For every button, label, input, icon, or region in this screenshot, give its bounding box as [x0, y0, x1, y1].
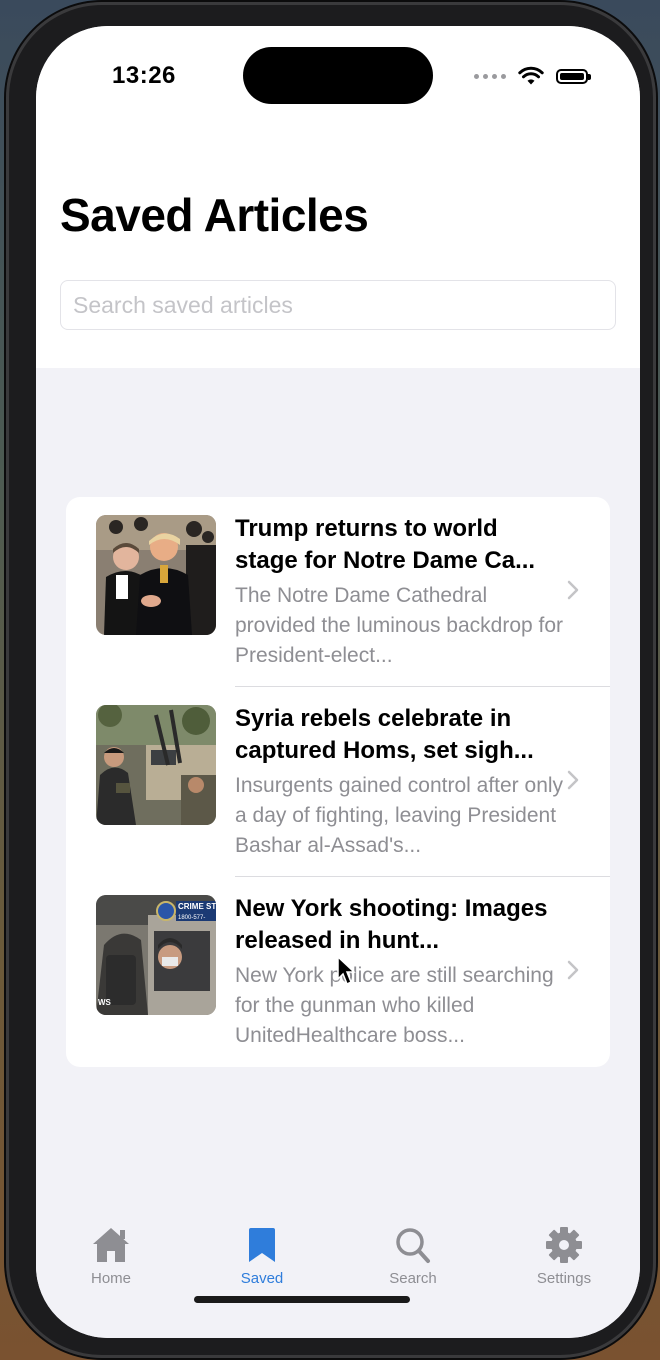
article-description: The Notre Dame Cathedral provided the lu…	[235, 584, 564, 667]
article-row[interactable]: Trump returns to world stage for Notre D…	[66, 497, 610, 687]
tab-home[interactable]: Home	[51, 1226, 171, 1287]
mouse-cursor-icon	[337, 955, 356, 986]
house-icon	[93, 1228, 129, 1262]
article-title: Trump returns to world stage for Notre D…	[235, 515, 536, 574]
chevron-right-icon	[567, 580, 579, 600]
article-title: New York shooting: Images released in hu…	[235, 895, 548, 954]
article-description: New York police are still searching for …	[235, 964, 554, 1047]
gear-icon	[546, 1227, 582, 1263]
header-area: 13:26 Saved Articles	[36, 26, 640, 368]
status-indicators	[474, 66, 591, 86]
wifi-icon	[518, 66, 544, 85]
tab-label: Settings	[536, 1270, 592, 1287]
cellular-signal-icon	[474, 73, 506, 79]
tab-settings[interactable]: Settings	[504, 1226, 624, 1287]
page-title: Saved Articles	[60, 189, 369, 241]
tab-label: Search	[389, 1270, 437, 1287]
dynamic-island	[243, 47, 433, 104]
search-input[interactable]	[61, 281, 615, 329]
thumbnail-ws-label: WS	[98, 998, 112, 1007]
tab-label: Saved	[240, 1270, 284, 1287]
tab-label: Home	[90, 1270, 131, 1287]
thumbnail-phone-label: 1800-577-	[178, 915, 205, 921]
search-field[interactable]	[60, 280, 616, 330]
article-description: Insurgents gained control after only a d…	[235, 774, 564, 857]
chevron-right-icon	[567, 770, 579, 790]
bookmark-icon	[249, 1228, 275, 1262]
chevron-right-icon	[567, 960, 579, 980]
article-thumbnail	[96, 515, 216, 635]
article-row[interactable]: Syria rebels celebrate in captured Homs,…	[66, 687, 610, 877]
thumbnail-crime-label: CRIME ST	[178, 902, 216, 911]
app-screen: 13:26 Saved Articles Search saved articl…	[36, 26, 640, 1338]
status-time: 13:26	[112, 62, 176, 89]
magnifier-icon	[396, 1228, 430, 1263]
article-thumbnail: CRIME ST 1800-577- WS	[96, 895, 216, 1015]
article-thumbnail	[96, 705, 216, 825]
battery-icon	[556, 68, 591, 84]
article-title: Syria rebels celebrate in captured Homs,…	[235, 705, 534, 764]
tab-search[interactable]: Search	[353, 1226, 473, 1287]
phone-frame: 13:26 Saved Articles Search saved articl…	[6, 2, 656, 1358]
home-indicator	[194, 1296, 410, 1303]
tab-bar: Home Saved Search Settings	[36, 1206, 640, 1338]
tab-saved[interactable]: Saved	[202, 1226, 322, 1287]
